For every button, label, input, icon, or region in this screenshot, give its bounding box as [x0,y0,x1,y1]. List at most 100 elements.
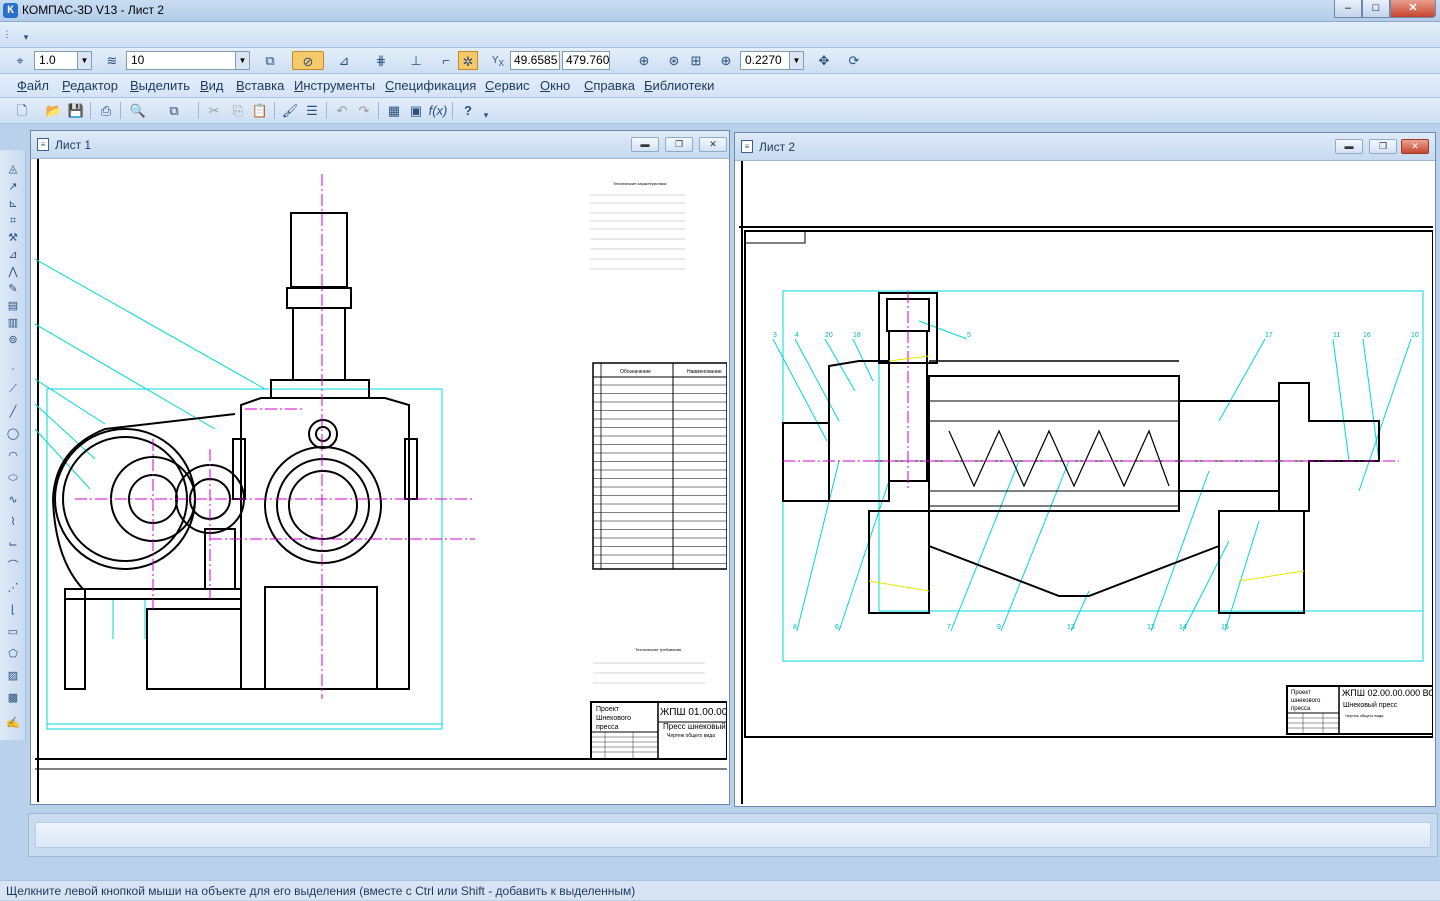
menu-help[interactable]: Справка [584,78,635,93]
preview-icon[interactable]: 🔍 [128,101,148,120]
arc-icon[interactable]: ◠ [5,449,21,464]
pan-icon[interactable]: ✥ [814,51,834,70]
grid-icon[interactable]: ⋕ [366,51,396,70]
spline-icon[interactable]: ∿ [5,493,21,508]
polyline-icon[interactable]: ⌇ [5,515,21,530]
sheet2-minimize-button[interactable]: ▬ [1335,139,1363,154]
ortho-icon[interactable]: ⊿ [334,51,354,70]
document-window-sheet2[interactable]: ≡ Лист 2 ▬ ❐ ✕ 3 4 20 18 5 17 11 16 10 8… [734,132,1436,807]
contour-icon[interactable]: ⌊ [5,603,21,618]
insert-icon[interactable]: ⊚ [5,333,21,348]
paste-icon[interactable]: 📋 [250,101,270,120]
maximize-button[interactable]: □ [1362,0,1390,18]
cursor-x-field[interactable]: 49.6585 [510,51,560,70]
toolbar-overflow-icon-2[interactable]: ▾ [480,106,492,125]
menu-tools[interactable]: Инструменты [294,78,375,93]
selection-icon[interactable]: ⋀ [5,265,21,280]
layer-state-icon[interactable]: ⧉ [260,51,280,70]
point-icon[interactable]: · [5,362,21,377]
round-off-icon[interactable]: ⌐ [436,51,456,70]
zoom-area-icon[interactable]: ⊛ [664,51,684,70]
close-button[interactable]: ✕ [1390,0,1436,18]
sheet1-canvas[interactable]: Технические характеристики Обозначение Н… [35,159,727,802]
coordinate-system-icon[interactable]: ⊥ [406,51,426,70]
help-pointer-icon[interactable]: ? [458,101,478,120]
toolbar-overflow-icon[interactable]: ▾ [20,28,32,47]
cursor-y-field[interactable]: 479.760 [562,51,610,70]
callout-top-10: 10 [1411,332,1419,339]
print-icon[interactable]: ⎙ [96,101,116,120]
hatch-icon[interactable]: ▨ [5,669,21,684]
layer-icon[interactable]: ≋ [102,51,122,70]
document-icon: ≡ [37,138,49,151]
sheet1-restore-button[interactable]: ❐ [665,137,693,152]
window-title: КОМПАС-3D V13 - Лист 2 [22,3,164,17]
parametrization-icon[interactable]: ⚒ [5,231,21,246]
properties-icon[interactable]: ☰ [302,101,322,120]
menu-window[interactable]: Окно [540,78,570,93]
sheet2-close-button[interactable]: ✕ [1401,139,1429,154]
sheet2-restore-button[interactable]: ❐ [1369,139,1397,154]
circle-icon[interactable]: ◯ [5,427,21,442]
dimensions-icon[interactable]: ↗ [5,180,21,195]
menu-libraries[interactable]: Библиотеки [644,78,714,93]
tree-icon[interactable]: ▦ [384,101,404,120]
sheet1-titlebar: ≡ Лист 1 ▬ ❐ ✕ [31,131,729,159]
associative-views-icon[interactable]: ✎ [5,282,21,297]
menu-editor[interactable]: Редактор [62,78,118,93]
equidistant-icon[interactable]: ⋰ [5,581,21,596]
rectangle-icon[interactable]: ▭ [5,625,21,640]
requirements-title: Технические требования [635,647,681,652]
manager-icon[interactable]: ⧉ [164,101,184,120]
reports-icon[interactable]: ▥ [5,316,21,331]
cut-icon[interactable]: ✂ [204,101,224,120]
callout-top-3: 3 [773,332,777,339]
ellipse-icon[interactable]: ⬭ [5,471,21,486]
sheet1-minimize-button[interactable]: ▬ [631,137,659,152]
copy-properties-icon[interactable]: 🖌 [280,101,300,120]
menu-select[interactable]: Выделить [130,78,190,93]
menu-service[interactable]: Сервис [485,78,530,93]
libraries-manager-icon[interactable]: ▣ [406,101,426,120]
segment-icon[interactable]: ╱ [5,405,21,420]
save-icon[interactable]: 💾 [66,101,86,120]
snap-icon[interactable]: ⊘ [292,51,324,70]
open-icon[interactable]: 📂 [44,101,64,120]
document-window-sheet1[interactable]: ≡ Лист 1 ▬ ❐ ✕ Технические характеристик… [30,130,730,805]
stamp2-line2: шнекового [1291,698,1321,704]
chamfer-icon[interactable]: ⌙ [5,537,21,552]
undo-icon[interactable]: ↶ [332,101,352,120]
zoom-window-icon[interactable]: ⊕ [634,51,654,70]
zoom-in-icon[interactable]: ⊕ [716,51,736,70]
variables-icon[interactable]: f(x) [428,101,448,120]
aux-line-icon[interactable]: ⟋ [5,382,21,397]
zoom-fit-icon[interactable]: ⊞ [686,51,706,70]
refresh-icon[interactable]: ⟳ [844,51,864,70]
callout-bottom-15: 15 [1221,624,1229,631]
minimize-button[interactable]: – [1334,0,1362,18]
fill-icon[interactable]: ▩ [5,691,21,706]
sheet1-close-button[interactable]: ✕ [699,137,727,152]
geometry-icon[interactable]: ◬ [5,162,21,177]
polygon-icon[interactable]: ⬠ [5,647,21,662]
menu-file[interactable]: Файл [17,78,49,93]
new-document-icon[interactable]: 🗋 [12,101,32,120]
line-scale-select[interactable]: 1.0 ▼ [34,51,92,70]
sheet2-canvas[interactable]: 3 4 20 18 5 17 11 16 10 8 6 7 9 13 12 14 15 Проект шнеко… [739,161,1433,804]
measure-icon[interactable]: ⊿ [5,248,21,263]
specification-icon[interactable]: ▤ [5,299,21,314]
editing-icon[interactable]: ⌗ [5,214,21,229]
designations-icon[interactable]: ⊾ [5,197,21,212]
menu-insert[interactable]: Вставка [236,78,284,93]
local-cs-icon[interactable]: ⌖ [10,51,30,70]
menu-specification[interactable]: Спецификация [385,78,476,93]
menu-view[interactable]: Вид [200,78,224,93]
copy-icon[interactable]: ⎘ [228,101,248,120]
fillet-icon[interactable]: ⌒ [5,559,21,574]
redo-icon[interactable]: ↷ [354,101,374,120]
macro-icon[interactable]: ✍ [5,716,21,731]
stamp2-sub: Чертеж общего вида [1345,713,1384,718]
layer-select[interactable]: 10 ▼ [126,51,250,70]
zoom-select[interactable]: 0.2270 ▼ [740,51,804,70]
local-snap-icon[interactable]: ✲ [458,51,478,70]
